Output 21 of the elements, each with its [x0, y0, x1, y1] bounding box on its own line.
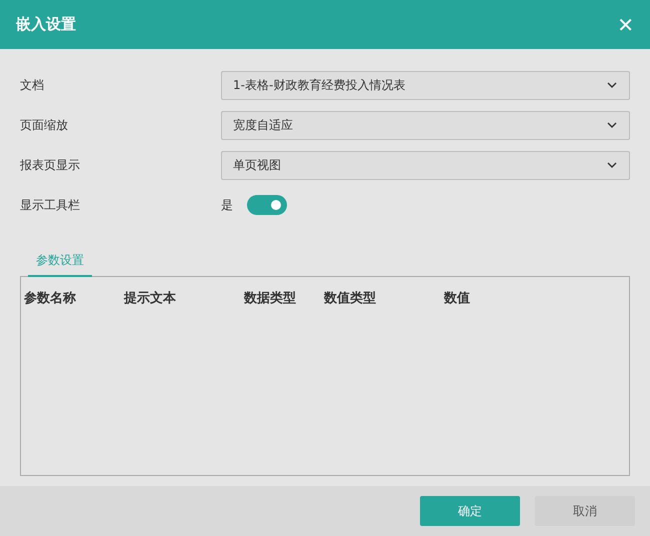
field-label: 页面缩放	[20, 117, 69, 134]
dialog-title: 嵌入设置	[16, 14, 76, 36]
chevron-down-icon	[607, 82, 617, 88]
field-label: 显示工具栏	[20, 197, 81, 214]
field-label: 报表页显示	[20, 157, 81, 174]
column-header: 参数名称	[23, 290, 77, 308]
toggle-switch[interactable]	[247, 195, 287, 215]
dropdown[interactable]: 宽度自适应	[221, 110, 630, 140]
toggle-label: 是	[221, 197, 233, 214]
column-header: 数值类型	[322, 290, 377, 308]
dropdown[interactable]: 1-表格-财政教育经费投入情况表	[221, 70, 630, 100]
column-header: 数值	[442, 290, 471, 308]
chevron-down-icon	[607, 162, 617, 168]
close-button[interactable]: ✕	[617, 14, 634, 34]
chevron-down-icon	[607, 122, 617, 128]
dropdown[interactable]: 单页视图	[221, 150, 630, 180]
column-header: 提示文本	[122, 290, 177, 308]
cancel-button[interactable]: 取消	[535, 496, 635, 526]
column-header: 数据类型	[242, 290, 297, 308]
field-label: 文档	[20, 77, 45, 94]
confirm-button[interactable]: 确定	[420, 496, 520, 526]
